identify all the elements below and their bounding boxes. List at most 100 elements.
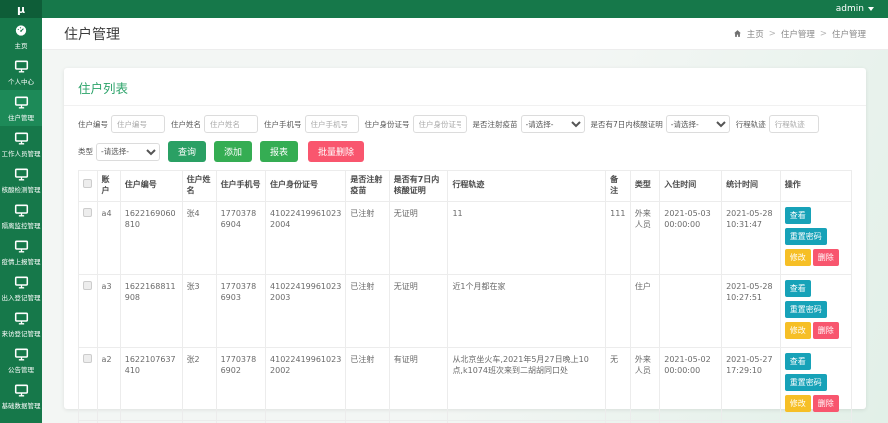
cell-vaccinated: 已注射 [345, 200, 390, 275]
cell-stat-time: 2021-05-28 10:27:51 [721, 273, 781, 348]
batch-delete-button[interactable]: 批量删除 [308, 141, 365, 162]
header-actions: 操作 [779, 170, 853, 202]
monitor-icon [14, 276, 28, 289]
cell-name: 张3 [181, 273, 217, 348]
cell-vaccinated: 已注射 [345, 273, 390, 348]
edit-button[interactable]: 修改 [784, 321, 811, 339]
cell-vaccinated: 已注射 [345, 346, 390, 421]
cell-remark [605, 273, 631, 348]
breadcrumb-level2: 住户管理 [831, 29, 866, 40]
sidebar-item-label: 个人中心 [8, 78, 34, 86]
row-checkbox[interactable] [83, 280, 92, 290]
title-bar: 住户管理 主页 > 住户管理 > 住户管理 [42, 18, 888, 50]
app-logo[interactable]: μ [0, 0, 42, 18]
sidebar-item[interactable]: 隔离监控管理 [0, 198, 42, 234]
cell-actions: 查看重置密码 修改删除 [779, 200, 853, 275]
monitor-icon [14, 312, 28, 325]
delete-button[interactable]: 删除 [812, 321, 839, 339]
cell-idcard: 410224199610232002 [265, 346, 347, 421]
add-button[interactable]: 添加 [214, 141, 253, 162]
sidebar-item[interactable]: 工作人员管理 [0, 126, 42, 162]
sidebar-item[interactable]: 来访登记管理 [0, 306, 42, 342]
caret-down-icon[interactable] [868, 7, 874, 11]
cell-code: 1622168811908 [119, 273, 183, 348]
cell-name: 张4 [181, 200, 217, 275]
cell-trajectory: 从北京坐火车,2021年5月27日晚上10点,k1074班次来到二胡胡同口处 [447, 346, 607, 421]
breadcrumb-level1[interactable]: 住户管理 [781, 28, 815, 40]
sidebar-item-label: 出入登记管理 [1, 294, 41, 302]
monitor-icon [14, 168, 28, 181]
select-all-checkbox[interactable] [83, 179, 92, 189]
sidebar-item-label: 来访登记管理 [1, 330, 41, 338]
filter-resident-phone: 住户手机号 [264, 115, 359, 133]
filter-label: 住户手机号 [264, 119, 302, 129]
sidebar: μ 主页 个人中心 住户管理 工作人员管理 核酸检测管理 隔离监控管理 疫情上报… [0, 0, 42, 423]
header-name: 住户姓名 [181, 170, 217, 202]
app-window: μ 主页 个人中心 住户管理 工作人员管理 核酸检测管理 隔离监控管理 疫情上报… [0, 0, 888, 423]
view-button[interactable]: 查看 [784, 352, 811, 370]
cell-stat-time: 2021-05-27 17:29:10 [721, 346, 781, 421]
report-button[interactable]: 报表 [260, 141, 299, 162]
sidebar-item-label: 基础数据管理 [1, 402, 41, 410]
cell-actions: 查看重置密码 修改删除 [779, 273, 853, 348]
user-menu[interactable]: admin [836, 4, 864, 14]
sidebar-item[interactable]: 个人中心 [0, 54, 42, 90]
filter-label: 行程轨迹 [735, 119, 766, 129]
table-row: a4 1622169060810 张4 17703786904 41022419… [78, 200, 853, 275]
cell-remark: 无 [605, 346, 631, 421]
nat-cert-select[interactable]: -请选择- [665, 115, 730, 133]
table-header-row: 账户 住户编号 住户姓名 住户手机号 住户身份证号 是否注射疫苗 是否有7日内核… [78, 170, 853, 202]
type-select[interactable]: -请选择- [96, 142, 160, 161]
edit-button[interactable]: 修改 [784, 394, 811, 412]
trajectory-input[interactable] [768, 115, 819, 133]
panel-title: 住户列表 [78, 81, 129, 96]
view-button[interactable]: 查看 [784, 206, 811, 224]
monitor-icon [14, 204, 28, 217]
delete-button[interactable]: 删除 [812, 248, 839, 266]
cell-type: 外来人员 [629, 200, 661, 275]
delete-button[interactable]: 删除 [812, 394, 839, 412]
header-type: 类型 [629, 170, 661, 202]
table-row: a3 1622168811908 张3 17703786903 41022419… [78, 273, 853, 348]
breadcrumb-home[interactable]: 主页 [747, 28, 764, 40]
cell-phone: 17703786904 [215, 200, 267, 275]
sidebar-item[interactable]: 主页 [0, 18, 42, 54]
sidebar-item[interactable]: 基础数据管理 [0, 378, 42, 414]
cell-nat-cert: 无证明 [388, 200, 449, 275]
sidebar-item-label: 工作人员管理 [1, 150, 41, 158]
cell-trajectory: 11 [447, 200, 607, 275]
resident-name-input[interactable] [204, 115, 258, 133]
resident-phone-input[interactable] [304, 115, 359, 133]
reset-password-button[interactable]: 重置密码 [784, 373, 827, 391]
sidebar-item[interactable]: 住户管理 [0, 90, 42, 126]
cell-type: 住户 [629, 273, 661, 348]
search-button[interactable]: 查询 [168, 141, 207, 162]
filter-type: 类型 -请选择- [78, 142, 160, 161]
cell-checkin-time: 2021-05-03 00:00:00 [659, 200, 723, 275]
cell-account: a2 [96, 346, 121, 421]
sidebar-item[interactable]: 疫情上报管理 [0, 234, 42, 270]
vaccinated-select[interactable]: -请选择- [520, 115, 585, 133]
sidebar-item[interactable]: 出入登记管理 [0, 270, 42, 306]
resident-idcard-input[interactable] [412, 115, 467, 133]
resident-code-input[interactable] [111, 115, 165, 133]
filter-label: 住户姓名 [171, 119, 201, 129]
view-button[interactable]: 查看 [784, 279, 811, 297]
cell-stat-time: 2021-05-28 10:31:47 [721, 200, 781, 275]
sidebar-item[interactable]: 核酸检测管理 [0, 162, 42, 198]
filter-resident-code: 住户编号 [78, 115, 165, 133]
sidebar-item[interactable]: 公告管理 [0, 342, 42, 378]
header-phone: 住户手机号 [215, 170, 267, 202]
cell-idcard: 410224199610232003 [265, 273, 347, 348]
reset-password-button[interactable]: 重置密码 [784, 227, 827, 245]
sidebar-item-label: 公告管理 [8, 366, 34, 374]
sidebar-item-label: 隔离监控管理 [1, 222, 41, 230]
row-checkbox[interactable] [83, 207, 92, 217]
row-checkbox[interactable] [83, 353, 92, 363]
reset-password-button[interactable]: 重置密码 [784, 300, 827, 318]
sidebar-item-label: 主页 [14, 42, 28, 50]
content-area: 住户列表 住户编号 住户姓名 住户手机号 [42, 50, 888, 423]
cell-code: 1622169060810 [119, 200, 183, 275]
edit-button[interactable]: 修改 [784, 248, 811, 266]
resident-list-panel: 住户列表 住户编号 住户姓名 住户手机号 [64, 68, 866, 423]
